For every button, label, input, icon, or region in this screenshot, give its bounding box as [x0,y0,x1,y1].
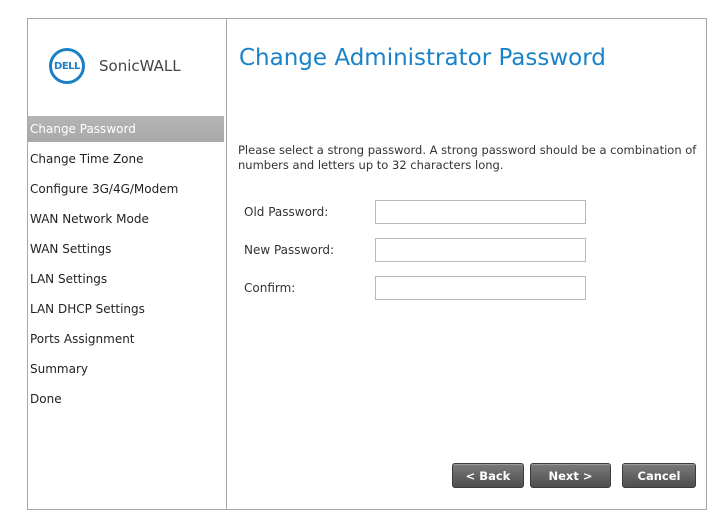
back-button[interactable]: < Back [452,463,524,488]
sidebar-item-ports-assignment[interactable]: Ports Assignment [28,326,224,356]
sidebar-item-change-time-zone[interactable]: Change Time Zone [28,146,224,176]
sidebar-item-lan-settings[interactable]: LAN Settings [28,266,224,296]
logo: DELL SonicWALL [49,46,181,86]
new-password-row: New Password: [244,238,586,262]
sidebar-item-configure-modem[interactable]: Configure 3G/4G/Modem [28,176,224,206]
sidebar-item-wan-network-mode[interactable]: WAN Network Mode [28,206,224,236]
confirm-password-label: Confirm: [244,281,296,295]
confirm-password-row: Confirm: [244,276,586,300]
next-button[interactable]: Next > [530,463,611,488]
old-password-label: Old Password: [244,205,329,219]
sidebar-item-summary[interactable]: Summary [28,356,224,386]
new-password-label: New Password: [244,243,335,257]
password-instructions: Please select a strong password. A stron… [238,143,697,172]
wizard-steps: Change Password Change Time Zone Configu… [28,116,224,416]
confirm-password-field[interactable] [375,276,586,300]
sidebar-item-wan-settings[interactable]: WAN Settings [28,236,224,266]
sidebar-item-done[interactable]: Done [28,386,224,416]
page-title: Change Administrator Password [239,45,606,71]
new-password-field[interactable] [375,238,586,262]
old-password-row: Old Password: [244,200,586,224]
main-panel: Change Administrator Password Please sel… [228,19,706,509]
sidebar: DELL SonicWALL Change Password Change Ti… [28,19,227,509]
old-password-field[interactable] [375,200,586,224]
sidebar-item-change-password[interactable]: Change Password [28,116,224,142]
cancel-button[interactable]: Cancel [622,463,696,488]
sidebar-item-lan-dhcp-settings[interactable]: LAN DHCP Settings [28,296,224,326]
dell-logo-icon: DELL [49,48,85,84]
product-name: SonicWALL [99,57,181,75]
wizard-window: DELL SonicWALL Change Password Change Ti… [27,18,707,510]
